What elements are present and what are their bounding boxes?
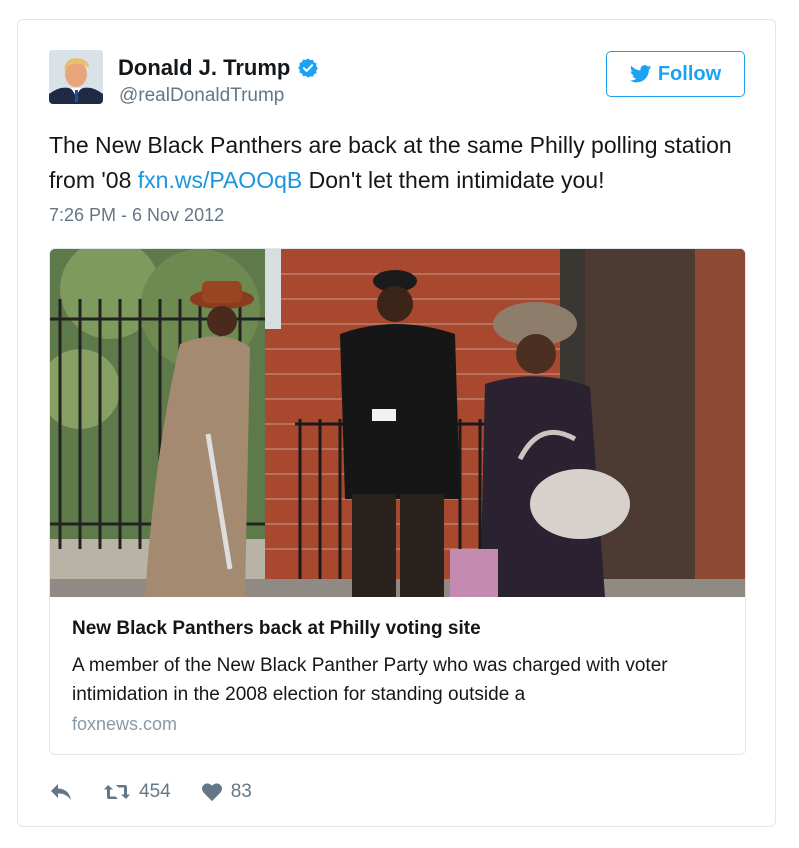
retweet-count: 454 — [139, 781, 171, 802]
verified-badge-icon — [297, 57, 319, 79]
link-card-title: New Black Panthers back at Philly voting… — [72, 618, 481, 639]
follow-button[interactable]: Follow — [606, 51, 745, 97]
display-name[interactable]: Donald J. Trump — [118, 55, 319, 81]
like-button[interactable]: 83 — [201, 781, 252, 803]
tweet-actions: 454 83 — [49, 778, 252, 806]
link-card-photo — [50, 249, 745, 597]
reply-icon — [51, 784, 71, 800]
tweet-link[interactable]: fxn.ws/PAOOqB — [138, 167, 302, 193]
tweet-card: Donald J. Trump @realDonaldTrump Follow … — [17, 19, 776, 827]
link-card-domain: foxnews.com — [72, 714, 178, 734]
link-card[interactable]: New Black Panthers back at Philly voting… — [49, 248, 746, 755]
reply-button[interactable] — [49, 782, 73, 802]
follow-button-label: Follow — [657, 62, 722, 85]
avatar[interactable] — [49, 50, 103, 104]
heart-icon — [201, 783, 222, 802]
twitter-bird-icon — [629, 65, 652, 83]
link-card-description: A member of the New Black Panther Party … — [72, 655, 668, 705]
tweet-text: The New Black Panthers are back at the s… — [49, 128, 739, 198]
avatar-image — [49, 50, 103, 104]
user-handle[interactable]: @realDonaldTrump — [119, 85, 284, 107]
like-count: 83 — [230, 781, 252, 802]
display-name-text: Donald J. Trump — [118, 55, 291, 80]
retweet-button[interactable]: 454 — [103, 781, 171, 803]
retweet-icon — [104, 785, 130, 799]
tweet-text-after: Don't let them intimidate you! — [302, 167, 605, 193]
tweet-timestamp[interactable]: 7:26 PM - 6 Nov 2012 — [49, 205, 224, 226]
